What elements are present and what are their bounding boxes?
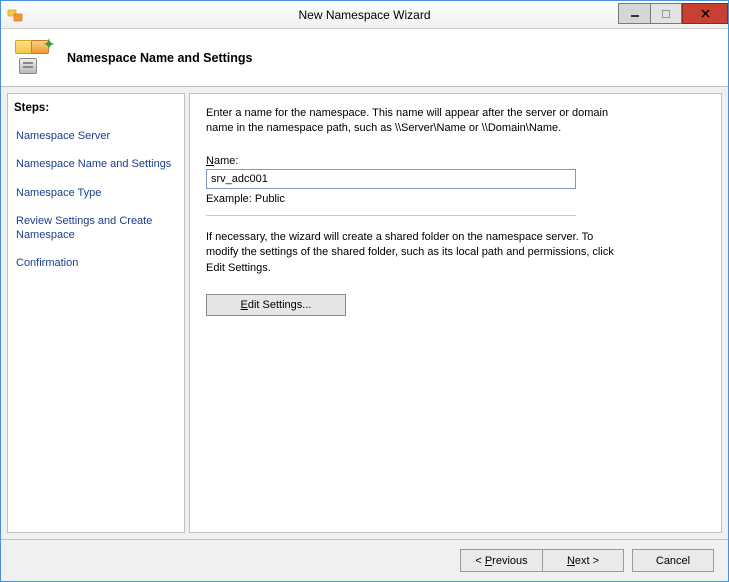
step-namespace-name-settings[interactable]: Namespace Name and Settings [14, 150, 178, 178]
cancel-button[interactable]: Cancel [632, 549, 714, 572]
close-button[interactable] [682, 3, 728, 24]
edit-settings-button[interactable]: Edit Settings... [206, 294, 346, 316]
step-namespace-server[interactable]: Namespace Server [14, 122, 178, 150]
wizard-footer: < Previous Next > Cancel [1, 539, 728, 581]
step-confirmation[interactable]: Confirmation [14, 249, 178, 277]
wizard-body: Steps: Namespace Server Namespace Name a… [1, 87, 728, 539]
next-button[interactable]: Next > [542, 549, 624, 572]
titlebar: New Namespace Wizard [1, 1, 728, 29]
step-namespace-type[interactable]: Namespace Type [14, 179, 178, 207]
wizard-window: New Namespace Wizard ✦ Namespace Name an… [0, 0, 729, 582]
maximize-button[interactable] [650, 3, 682, 24]
namespace-icon: ✦ [15, 40, 51, 76]
example-text: Example: Public [206, 193, 705, 205]
app-icon [7, 7, 23, 23]
description-text: Enter a name for the namespace. This nam… [206, 106, 626, 137]
name-label: Name: [206, 155, 705, 167]
page-title: Namespace Name and Settings [67, 51, 253, 65]
namespace-name-input[interactable] [206, 169, 576, 189]
wizard-header: ✦ Namespace Name and Settings [1, 29, 728, 87]
steps-sidebar: Steps: Namespace Server Namespace Name a… [7, 93, 185, 533]
step-review-create[interactable]: Review Settings and Create Namespace [14, 207, 178, 250]
steps-heading: Steps: [14, 98, 178, 122]
previous-button[interactable]: < Previous [460, 549, 542, 572]
divider [206, 215, 576, 216]
description2-text: If necessary, the wizard will create a s… [206, 230, 616, 276]
content-panel: Enter a name for the namespace. This nam… [189, 93, 722, 533]
minimize-button[interactable] [618, 3, 650, 24]
window-title: New Namespace Wizard [298, 8, 430, 22]
